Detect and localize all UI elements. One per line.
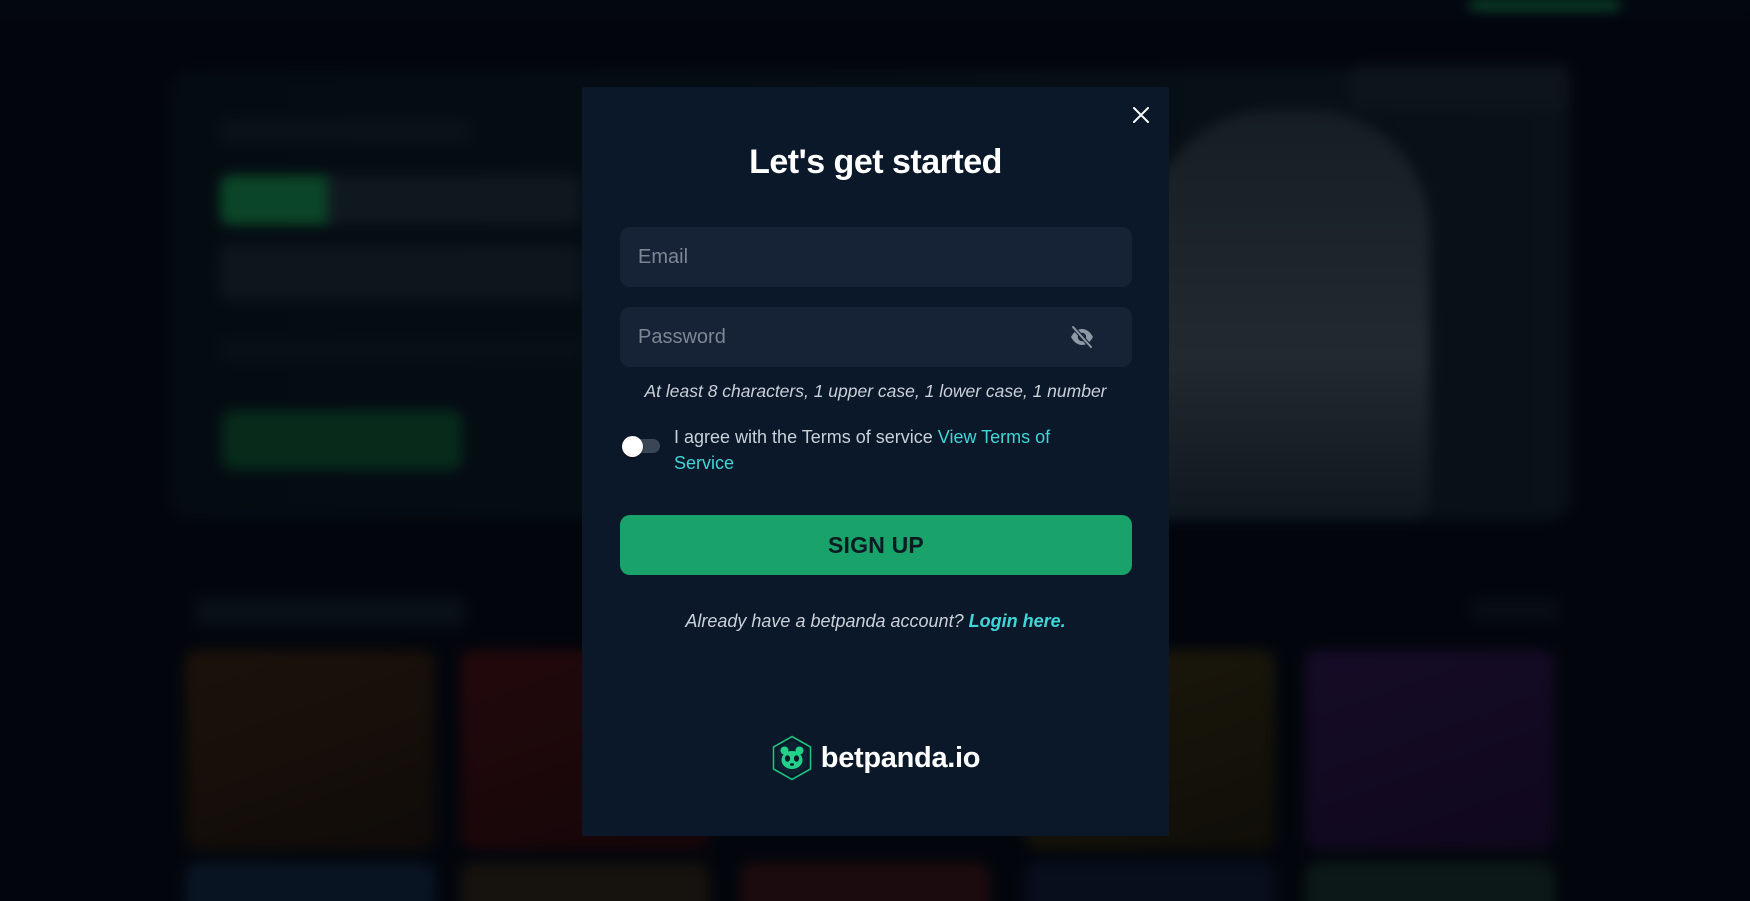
login-prompt: Already have a betpanda account? Login h… [582,611,1169,632]
email-input[interactable] [620,227,1132,287]
brand-name: betpanda.io [820,741,981,774]
login-prompt-text: Already have a betpanda account? [685,611,964,631]
toggle-knob [622,436,643,457]
brand: betpanda.io [582,735,1169,781]
close-icon [1133,107,1149,123]
password-field[interactable] [620,307,1132,367]
terms-label: I agree with the Terms of service View T… [674,424,1074,476]
login-link[interactable]: Login here. [969,611,1066,631]
page: Let's get started At least 8 characters,… [0,0,1750,901]
eye-off-icon [1071,325,1093,349]
close-button[interactable] [1127,101,1155,129]
terms-agreement: I agree with the Terms of service View T… [620,424,1132,480]
terms-toggle[interactable] [622,436,660,457]
email-field[interactable] [620,227,1132,287]
terms-text: I agree with the Terms of service [674,427,933,447]
password-requirements-hint: At least 8 characters, 1 upper case, 1 l… [644,381,1107,401]
modal-title: Let's get started [749,143,1002,181]
panda-hexagon-logo [772,735,812,781]
password-input[interactable] [620,307,1132,367]
signup-modal: Let's get started At least 8 characters,… [582,87,1169,836]
password-visibility-toggle[interactable] [1068,324,1096,350]
signup-button[interactable]: SIGN UP [620,515,1132,575]
